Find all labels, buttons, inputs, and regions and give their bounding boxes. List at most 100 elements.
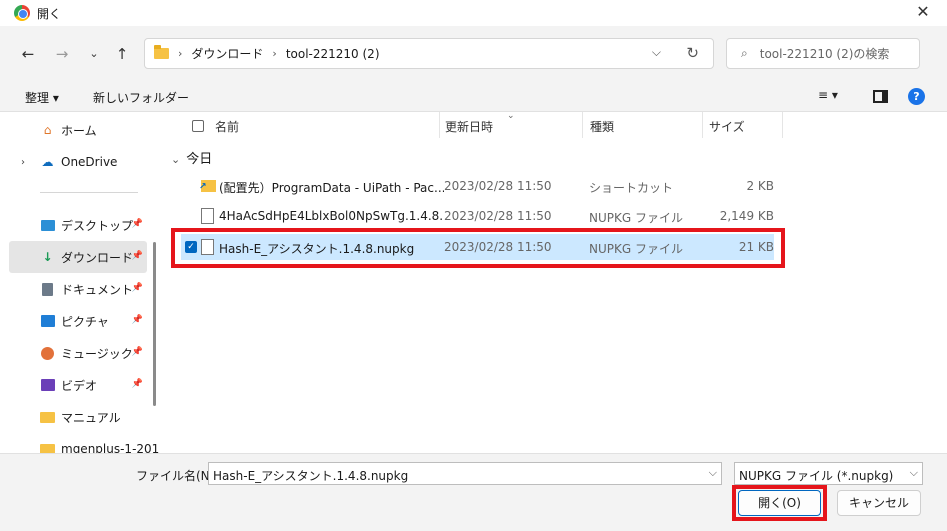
sidebar-item-downloads[interactable]: ↓ ダウンロード 📌 [9,241,147,273]
select-all-checkbox[interactable] [192,120,204,132]
recent-locations-chevron-icon[interactable]: ⌄ [84,44,104,64]
folder-icon [40,410,55,425]
sidebar-item-mgenplus[interactable]: mgenplus-1-201 [9,433,159,453]
sidebar-item-label: ピクチャ [61,314,109,329]
search-placeholder: tool-221210 (2)の検索 [759,47,890,61]
folder-icon [40,442,55,453]
sidebar-item-label: デスクトップ [61,218,134,233]
pin-icon[interactable]: 📌 [132,283,143,293]
sidebar-item-label: OneDrive [61,155,118,169]
sidebar-item-music[interactable]: ミュージック 📌 [9,337,147,369]
picture-icon [40,314,55,329]
pin-icon[interactable]: 📌 [132,379,143,389]
sidebar-item-label: ドキュメント [61,282,134,297]
sidebar-item-onedrive[interactable]: › ☁ OneDrive [9,146,147,178]
group-header-today[interactable]: ⌄ 今日 [171,148,212,167]
column-header-size[interactable]: サイズ [709,118,745,135]
breadcrumb-chevron-icon[interactable]: › [178,47,182,60]
download-icon: ↓ [42,250,53,264]
sidebar-item-label: ホーム [61,123,97,138]
title-bar: 開く ✕ [0,0,947,26]
organize-button[interactable]: 整理 ▾ [25,89,59,106]
file-date: 2023/02/28 11:50 [444,209,552,223]
sidebar-item-videos[interactable]: ビデオ 📌 [9,369,147,401]
breadcrumb-current-folder[interactable]: tool-221210 (2) [286,47,380,61]
sidebar-item-label: ダウンロード [61,250,134,265]
cloud-icon: ☁ [41,155,54,169]
window-title: 開く [37,6,62,21]
view-options-button[interactable]: ≡ ▾ [818,88,838,102]
desktop-icon [40,218,55,233]
search-icon: ⌕ [741,46,748,60]
filetype-select[interactable]: NUPKG ファイル (*.nupkg) ⌵ [734,462,923,485]
expand-chevron-icon[interactable]: › [21,157,25,168]
filename-value: Hash-E_アシスタント.1.4.8.nupkg [213,469,409,483]
file-name: (配置先）ProgramData - UiPath - Pac... [219,181,444,195]
chevron-down-icon[interactable]: ⌵ [709,466,717,480]
file-type: NUPKG ファイル [589,211,683,225]
filename-label: ファイル名(N): [136,469,219,483]
close-icon[interactable]: ✕ [913,2,933,22]
document-icon [40,282,55,297]
sidebar-item-label: mgenplus-1-201 [61,442,160,453]
open-file-dialog: 開く ✕ ← → ⌄ ↑ › ダウンロード › tool-221210 (2) … [0,0,947,531]
dialog-footer: ファイル名(N): Hash-E_アシスタント.1.4.8.nupkg ⌵ NU… [0,453,947,531]
file-size: 2 KB [746,179,774,193]
column-divider[interactable] [582,112,583,138]
column-header-type[interactable]: 種類 [590,118,614,135]
file-row[interactable]: (配置先）ProgramData - UiPath - Pac... 2023/… [181,173,774,199]
file-list: 名前 更新日時 ⌄ 種類 サイズ ⌄ 今日 (配置先）ProgramData - … [165,111,947,453]
pin-icon[interactable]: 📌 [132,347,143,357]
sidebar-scrollbar[interactable] [153,242,156,406]
breadcrumb-downloads[interactable]: ダウンロード [191,45,263,62]
command-bar: 整理 ▾ 新しいフォルダー ≡ ▾ ? [0,82,947,112]
file-date: 2023/02/28 11:50 [444,179,552,193]
search-box[interactable]: ⌕ tool-221210 (2)の検索 [726,38,920,69]
column-divider[interactable] [782,112,783,138]
pin-icon[interactable]: 📌 [132,315,143,325]
filetype-value: NUPKG ファイル (*.nupkg) [739,469,894,483]
collapse-chevron-icon[interactable]: ⌄ [171,153,180,166]
address-dropdown-icon[interactable]: ⌵ [652,45,661,60]
folder-icon [154,45,169,59]
sidebar-item-home[interactable]: ⌂ ホーム [9,114,147,146]
filename-input[interactable]: Hash-E_アシスタント.1.4.8.nupkg ⌵ [208,462,722,485]
column-divider[interactable] [439,112,440,138]
forward-arrow-icon[interactable]: → [52,44,72,64]
sidebar-item-label: ビデオ [61,378,98,393]
sidebar-item-label: マニュアル [61,410,121,425]
new-folder-button[interactable]: 新しいフォルダー [93,89,189,106]
chevron-down-icon[interactable]: ⌵ [910,466,918,480]
help-icon[interactable]: ? [908,88,925,105]
file-row[interactable]: 4HaAcSdHpE4LblxBol0NpSwTg.1.4.8.n... 202… [181,203,774,229]
column-divider[interactable] [702,112,703,138]
sort-chevron-icon: ⌄ [507,111,515,121]
shortcut-icon [199,180,216,192]
address-bar[interactable]: › ダウンロード › tool-221210 (2) ⌵ ↻ [144,38,714,69]
music-icon [40,346,55,361]
file-type: ショートカット [589,181,674,195]
column-header-date[interactable]: 更新日時 [445,118,493,135]
sidebar-item-pictures[interactable]: ピクチャ 📌 [9,305,147,337]
group-label: 今日 [186,152,213,167]
cancel-button[interactable]: キャンセル [837,490,921,516]
file-icon [201,208,214,224]
sidebar-item-manual[interactable]: マニュアル [9,401,147,433]
pin-icon[interactable]: 📌 [132,251,143,261]
back-arrow-icon[interactable]: ← [18,44,38,64]
sidebar-item-desktop[interactable]: デスクトップ 📌 [9,209,147,241]
refresh-icon[interactable]: ↻ [686,44,699,62]
chrome-icon [14,5,30,21]
highlight-box [171,228,785,268]
up-arrow-icon[interactable]: ↑ [112,44,132,64]
sidebar-item-label: ミュージック [61,346,133,361]
sidebar-divider [40,192,138,193]
breadcrumb-chevron-icon[interactable]: › [272,47,276,60]
preview-pane-icon[interactable] [873,90,888,103]
pin-icon[interactable]: 📌 [132,219,143,229]
column-header-name[interactable]: 名前 [215,118,239,135]
sidebar-item-documents[interactable]: ドキュメント 📌 [9,273,147,305]
video-icon [40,378,55,393]
highlight-box [732,485,827,521]
file-size: 2,149 KB [719,209,774,223]
